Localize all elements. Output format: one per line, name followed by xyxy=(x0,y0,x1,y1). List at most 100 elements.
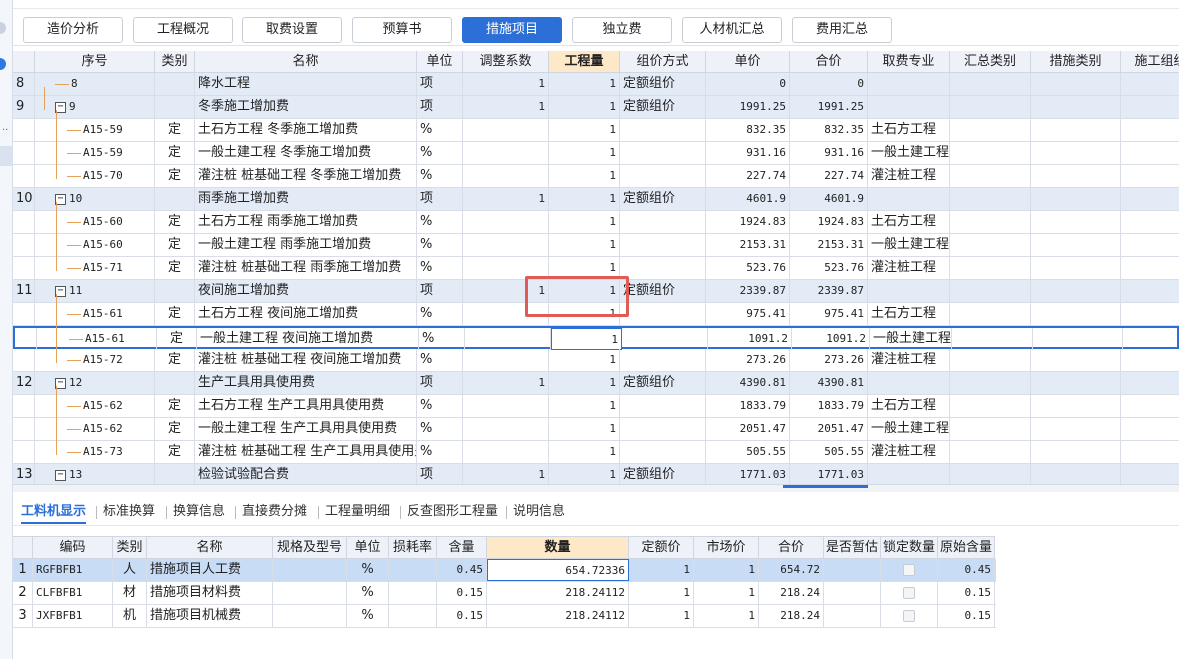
cell-seq[interactable]: A15-62 xyxy=(35,418,155,440)
cell-seq[interactable]: 8 xyxy=(35,73,155,95)
cell-total[interactable]: 931.16 xyxy=(790,142,868,164)
cell-coef[interactable]: 1 xyxy=(463,73,549,95)
cell-name[interactable]: 土石方工程 夜间施工增加费 xyxy=(195,303,417,325)
cell-coef[interactable] xyxy=(463,418,549,440)
resource-cell-total[interactable]: 218.24 xyxy=(759,582,824,604)
cell-seq[interactable]: A15-60 xyxy=(35,211,155,233)
cell-unit[interactable]: 项 xyxy=(417,464,463,484)
cell-method[interactable] xyxy=(622,328,708,350)
cell-type[interactable] xyxy=(155,372,195,394)
cell-coef[interactable] xyxy=(463,142,549,164)
cell-name[interactable]: 雨季施工增加费 xyxy=(195,188,417,210)
pane-splitter[interactable] xyxy=(13,484,1179,492)
cell-idx[interactable] xyxy=(13,119,35,141)
cell-sum[interactable] xyxy=(950,418,1031,440)
cell-coef[interactable]: 1 xyxy=(463,372,549,394)
cell-sum[interactable] xyxy=(950,234,1031,256)
resource-cell-name[interactable]: 措施项目机械费 xyxy=(147,605,273,627)
bottom-header-code[interactable]: 编码 xyxy=(33,536,113,559)
cell-price[interactable]: 1924.83 xyxy=(706,211,790,233)
cell-price[interactable]: 1991.25 xyxy=(706,96,790,118)
cell-type[interactable] xyxy=(155,96,195,118)
bottom-header-unit[interactable]: 单位 xyxy=(347,536,389,559)
cell-type[interactable]: 定 xyxy=(155,349,195,371)
resource-cell-unit[interactable]: % xyxy=(347,582,389,604)
cell-qty[interactable]: 1 xyxy=(549,234,620,256)
resource-cell-code[interactable]: RGFBFB1 xyxy=(33,559,113,581)
cell-name[interactable]: 灌注桩 桩基础工程 冬季施工增加费 xyxy=(195,165,417,187)
cell-mcat[interactable] xyxy=(1031,188,1121,210)
cell-qty[interactable]: 1 xyxy=(549,165,620,187)
cell-qty[interactable]: 1 xyxy=(549,73,620,95)
cell-name[interactable]: 一般土建工程 生产工具用具使用费 xyxy=(195,418,417,440)
resource-cell-quota[interactable]: 1 xyxy=(629,559,694,581)
cell-sum[interactable] xyxy=(950,119,1031,141)
cell-name[interactable]: 土石方工程 生产工具用具使用费 xyxy=(195,395,417,417)
cell-coef[interactable]: 1 xyxy=(463,96,549,118)
resource-row[interactable]: 3 JXFBFB1 机措施项目机械费% 0.15 218.24112 1 1 218.24 0.… xyxy=(13,605,996,628)
cell-qty[interactable]: 1 xyxy=(549,188,620,210)
resource-cell-market[interactable]: 1 xyxy=(694,605,759,627)
cell-seq[interactable]: A15-59 xyxy=(35,119,155,141)
cell-spec[interactable]: 灌注桩工程 xyxy=(868,349,950,371)
bottom-header-loss[interactable]: 损耗率 xyxy=(389,536,437,559)
cell-price[interactable]: 1833.79 xyxy=(706,395,790,417)
column-header-sum[interactable]: 汇总类别 xyxy=(950,51,1031,73)
tab-0[interactable]: 造价分析 xyxy=(23,17,123,43)
cell-method[interactable] xyxy=(620,418,706,440)
tab-4[interactable]: 措施项目 xyxy=(462,17,562,43)
cell-org[interactable] xyxy=(1121,188,1179,210)
tab-1[interactable]: 工程概况 xyxy=(133,17,233,43)
cell-org[interactable] xyxy=(1121,464,1179,484)
cell-unit[interactable]: % xyxy=(417,395,463,417)
bottom-tab-6[interactable]: 说明信息 xyxy=(513,500,565,524)
cell-name[interactable]: 土石方工程 冬季施工增加费 xyxy=(195,119,417,141)
resource-row[interactable]: 1 RGFBFB1 人措施项目人工费% 0.45 654.72336 1 1 654.72 0.… xyxy=(13,559,996,582)
resource-cell-orig[interactable]: 0.15 xyxy=(938,605,995,627)
cell-sum[interactable] xyxy=(952,328,1033,350)
bottom-header-orig[interactable]: 原始含量 xyxy=(938,536,995,559)
cell-spec[interactable] xyxy=(868,464,950,484)
cell-type[interactable]: 定 xyxy=(155,165,195,187)
bottom-header-content[interactable]: 含量 xyxy=(437,536,487,559)
cell-org[interactable] xyxy=(1121,418,1179,440)
cell-idx[interactable] xyxy=(13,234,35,256)
table-row[interactable]: 10−10 雨季施工增加费项 1 1 定额组价 4601.9 4601.9 xyxy=(13,188,1179,211)
cell-spec[interactable]: 一般土建工程 xyxy=(868,234,950,256)
tab-7[interactable]: 费用汇总 xyxy=(792,17,892,43)
cell-type[interactable] xyxy=(155,464,195,484)
cell-idx[interactable] xyxy=(13,211,35,233)
cell-price[interactable]: 1091.2 xyxy=(708,328,792,350)
column-header-coef[interactable]: 调整系数 xyxy=(463,51,549,73)
cell-mcat[interactable] xyxy=(1031,234,1121,256)
bottom-tab-1[interactable]: 标准换算 xyxy=(103,500,155,524)
cell-type[interactable] xyxy=(155,73,195,95)
cell-qty[interactable]: 1 xyxy=(549,349,620,371)
cell-qty[interactable]: 1 xyxy=(549,211,620,233)
cell-total[interactable]: 273.26 xyxy=(790,349,868,371)
cell-method[interactable]: 定额组价 xyxy=(620,188,706,210)
cell-unit[interactable]: % xyxy=(417,441,463,463)
cell-price[interactable]: 2153.31 xyxy=(706,234,790,256)
cell-qty[interactable]: 1 xyxy=(549,142,620,164)
resource-row[interactable]: 2 CLFBFB1 材措施项目材料费% 0.15 218.24112 1 1 218.24 0.… xyxy=(13,582,996,605)
cell-total[interactable]: 2051.47 xyxy=(790,418,868,440)
cell-qty[interactable]: 1 xyxy=(551,328,622,350)
resource-cell-spec[interactable] xyxy=(273,582,347,604)
cell-method[interactable]: 定额组价 xyxy=(620,73,706,95)
cell-coef[interactable]: 1 xyxy=(463,464,549,484)
cell-seq[interactable]: A15-59 xyxy=(35,142,155,164)
cell-mcat[interactable] xyxy=(1031,418,1121,440)
cell-qty[interactable]: 1 xyxy=(549,395,620,417)
cell-type[interactable] xyxy=(155,280,195,302)
column-header-seq[interactable]: 序号 xyxy=(35,51,155,73)
column-header-type[interactable]: 类别 xyxy=(155,51,195,73)
resource-cell-quota[interactable]: 1 xyxy=(629,605,694,627)
cell-price[interactable]: 1771.03 xyxy=(706,464,790,484)
cell-org[interactable] xyxy=(1121,211,1179,233)
cell-unit[interactable]: 项 xyxy=(417,188,463,210)
cell-type[interactable]: 定 xyxy=(155,303,195,325)
cell-seq[interactable]: −11 xyxy=(35,280,155,302)
cell-seq[interactable]: A15-61 xyxy=(35,303,155,325)
cell-unit[interactable]: % xyxy=(417,257,463,279)
